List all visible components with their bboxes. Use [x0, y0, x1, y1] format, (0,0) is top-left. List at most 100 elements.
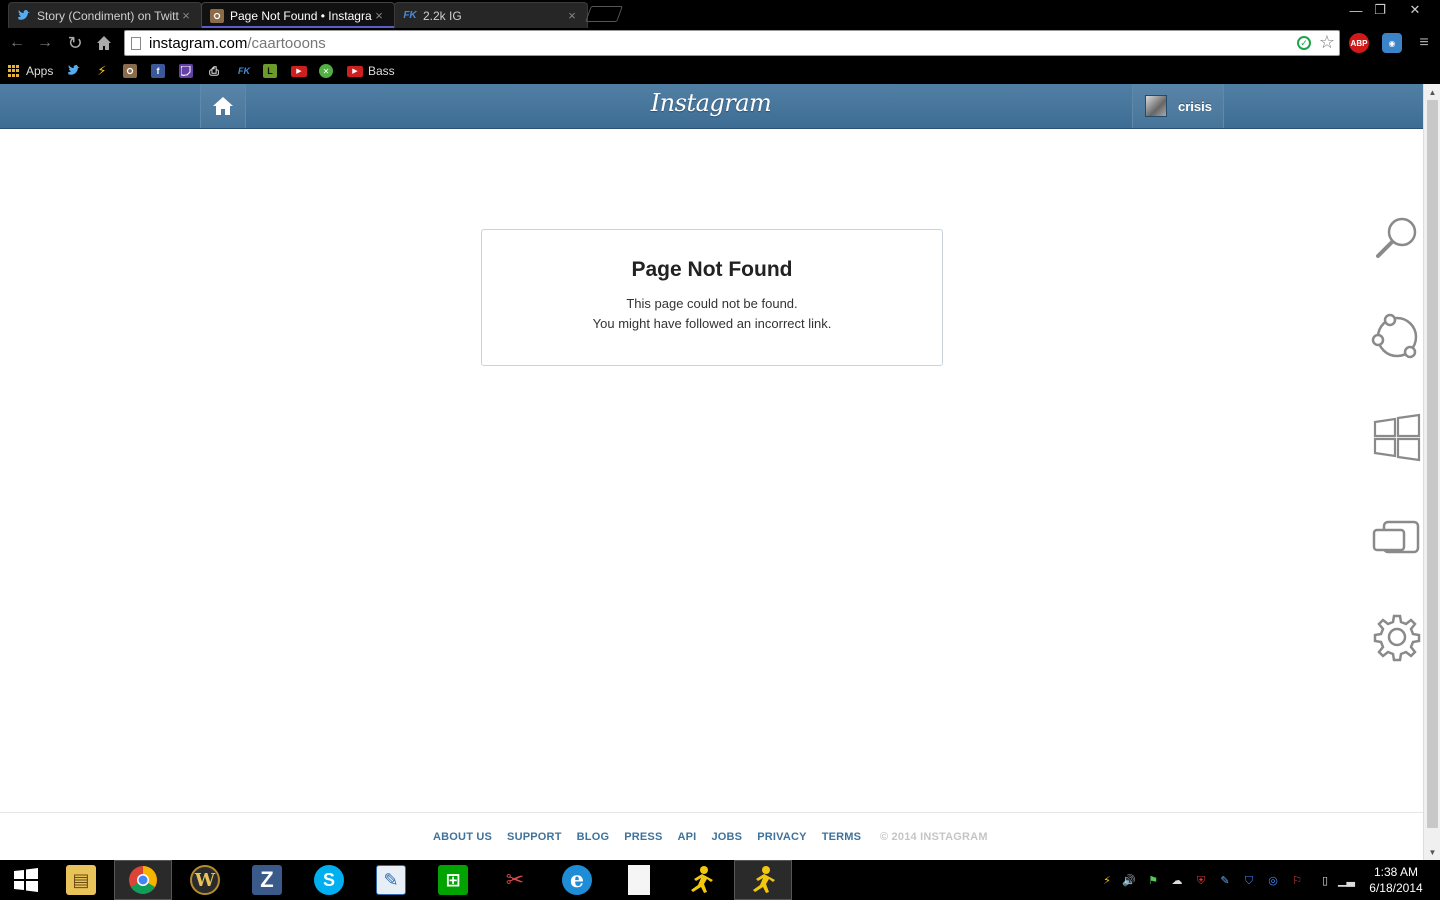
extension-blue-icon[interactable]: ◉ — [1382, 33, 1402, 53]
chrome-icon — [129, 866, 157, 894]
start-button[interactable] — [0, 860, 52, 900]
bookmark-fk[interactable]: FK — [235, 63, 258, 79]
footer-link-blog[interactable]: BLOG — [577, 831, 610, 843]
security-tray-icon[interactable]: ⛉ — [1242, 874, 1256, 888]
facebook-icon: f — [151, 64, 165, 78]
aim-tray-icon[interactable]: ⚡ — [1100, 874, 1114, 888]
taskbar-notepad[interactable]: ✎ — [362, 860, 420, 900]
taskbar-internet-explorer[interactable]: e — [548, 860, 606, 900]
twitch-icon — [179, 64, 193, 78]
battery-icon[interactable]: ▯ — [1318, 874, 1332, 888]
scroll-up-icon[interactable]: ▲ — [1424, 84, 1440, 100]
tab-close-icon[interactable]: × — [372, 8, 386, 23]
taskbar-skype[interactable]: S — [300, 860, 358, 900]
settings-charm-icon[interactable] — [1370, 610, 1424, 664]
taskbar-aim-active[interactable] — [734, 860, 792, 900]
menu-hamburger-icon[interactable]: ≡ — [1414, 33, 1434, 53]
bookmark-youtube[interactable]: ▶ — [291, 63, 312, 79]
vertical-scrollbar[interactable]: ▲ ▼ — [1423, 84, 1440, 860]
letterboxd-icon: L — [263, 64, 277, 78]
bookmark-printer[interactable]: ⎙ — [207, 63, 226, 79]
twitter-icon — [67, 64, 81, 78]
bookmark-twitter[interactable] — [67, 63, 86, 79]
instagram-logo[interactable]: Instagram — [640, 89, 782, 117]
footer-link-press[interactable]: PRESS — [624, 831, 662, 843]
bookmark-aim[interactable]: ⚡ — [95, 63, 114, 79]
footer-link-support[interactable]: SUPPORT — [507, 831, 562, 843]
tab-strip: Story (Condiment) on Twitter × Page Not … — [0, 0, 1440, 28]
footer-links: ABOUT US SUPPORT BLOG PRESS API JOBS PRI… — [433, 831, 876, 843]
error-message-line: You might have followed an incorrect lin… — [592, 316, 832, 331]
tab-fk[interactable]: FK 2.2k IG × — [394, 2, 588, 28]
windows-taskbar: ▤ W Z S ✎ ⊞ ✂ e ⚡ 🔊 ⚑ ☁ ⛨ ✎ ⛉ ◎ ⚐ ▯ ▁▃ 1… — [0, 860, 1440, 900]
new-tab-button[interactable] — [585, 6, 623, 22]
tab-close-icon[interactable]: × — [565, 8, 579, 23]
taskbar-blank-document[interactable] — [610, 860, 668, 900]
taskbar-aim[interactable] — [672, 860, 730, 900]
footer-link-privacy[interactable]: PRIVACY — [757, 831, 806, 843]
footer-link-terms[interactable]: TERMS — [822, 831, 862, 843]
footer-link-jobs[interactable]: JOBS — [711, 831, 742, 843]
taskbar-world-of-warcraft[interactable]: W — [176, 860, 234, 900]
bookmark-star-icon[interactable]: ☆ — [1319, 32, 1335, 53]
windows-logo-icon — [14, 868, 38, 892]
ig-home-button[interactable] — [200, 84, 246, 128]
aim-icon — [691, 866, 713, 893]
taskbar-chrome[interactable] — [114, 860, 172, 900]
devices-charm-icon[interactable] — [1370, 510, 1424, 564]
url-text: instagram.com/caartooons — [149, 34, 326, 52]
back-arrow-icon[interactable]: ← — [6, 32, 28, 54]
scroll-down-icon[interactable]: ▼ — [1424, 844, 1440, 860]
bookmark-bass[interactable]: ▶ Bass — [347, 63, 395, 79]
instagram-footer: ABOUT US SUPPORT BLOG PRESS API JOBS PRI… — [0, 812, 1423, 860]
bookmark-facebook[interactable]: f — [151, 63, 170, 79]
search-charm-icon[interactable] — [1370, 210, 1424, 264]
bookmark-letterboxd[interactable]: L — [263, 63, 282, 79]
tab-instagram[interactable]: Page Not Found • Instagram × — [201, 2, 395, 28]
avatar — [1145, 95, 1167, 117]
tab-close-icon[interactable]: × — [179, 8, 193, 23]
fk-logo-icon: FK — [403, 10, 417, 21]
page-icon — [131, 36, 141, 50]
ie-icon: e — [562, 865, 592, 895]
tab-twitter[interactable]: Story (Condiment) on Twitter × — [8, 2, 202, 28]
start-charm-icon[interactable] — [1370, 410, 1424, 464]
pen-tool-icon[interactable]: ✎ — [1218, 874, 1232, 888]
footer-link-about[interactable]: ABOUT US — [433, 831, 492, 843]
username: crisis — [1178, 98, 1212, 114]
taskbar-file-explorer[interactable]: ▤ — [52, 860, 110, 900]
clock-time: 1:38 AM — [1373, 865, 1419, 879]
check-icon[interactable]: ✓ — [1297, 36, 1311, 50]
forward-arrow-icon[interactable]: → — [34, 32, 56, 54]
share-charm-icon[interactable] — [1370, 310, 1424, 364]
home-icon[interactable] — [93, 32, 115, 54]
instagram-icon — [123, 64, 137, 78]
bookmark-instagram[interactable] — [123, 63, 142, 79]
wifi-signal-icon[interactable]: ▁▃ — [1338, 874, 1355, 888]
bookmark-xbox[interactable]: ✕ — [319, 63, 338, 79]
network-flag-icon[interactable]: ⚑ — [1146, 874, 1160, 888]
taskbar-snipping-tool[interactable]: ✂ — [486, 860, 544, 900]
sync-tray-icon[interactable]: ◎ — [1266, 874, 1280, 888]
system-clock[interactable]: 1:38 AM 6/18/2014 — [1356, 864, 1436, 896]
taskbar-windows-store[interactable]: ⊞ — [424, 860, 482, 900]
error-message-line: This page could not be found. — [626, 296, 798, 311]
address-bar[interactable]: instagram.com/caartooons ✓ ☆ — [124, 30, 1340, 56]
onedrive-cloud-icon[interactable]: ☁ — [1170, 874, 1184, 888]
tab-title: 2.2k IG — [423, 8, 462, 23]
adblock-plus-icon[interactable]: ABP — [1349, 33, 1369, 53]
close-window-button[interactable]: ✕ — [1400, 0, 1430, 20]
volume-icon[interactable]: 🔊 — [1122, 874, 1136, 888]
scroll-thumb[interactable] — [1427, 100, 1438, 828]
ig-user-menu[interactable]: crisis — [1132, 84, 1224, 128]
restore-button[interactable]: ❐ — [1366, 0, 1394, 20]
taskbar-z-app[interactable]: Z — [238, 860, 296, 900]
error-panel: Page Not Found This page could not be fo… — [481, 229, 943, 366]
flag-tray-icon[interactable]: ⚐ — [1290, 874, 1304, 888]
reload-icon[interactable]: ↻ — [64, 32, 86, 54]
bookmark-twitch[interactable] — [179, 63, 198, 79]
bookmark-apps[interactable]: Apps — [8, 63, 53, 79]
mcafee-shield-icon[interactable]: ⛨ — [1194, 874, 1208, 888]
copyright: © 2014 INSTAGRAM — [880, 831, 988, 843]
footer-link-api[interactable]: API — [678, 831, 697, 843]
